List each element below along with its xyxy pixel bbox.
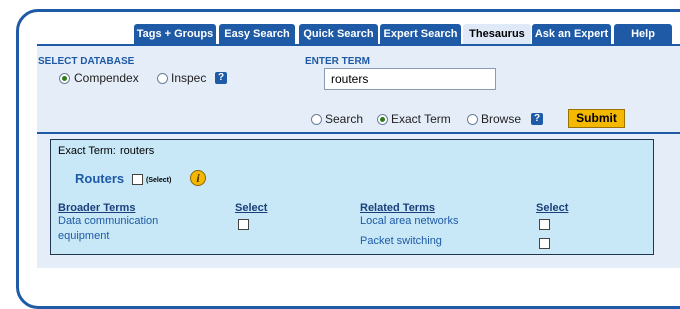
- broader-select-header: Select: [235, 202, 268, 214]
- main-term-link[interactable]: Routers: [75, 171, 124, 186]
- broader-term-checkbox[interactable]: [238, 219, 249, 230]
- tab-ask-an-expert[interactable]: Ask an Expert: [532, 24, 611, 44]
- related-term-packet-switching[interactable]: Packet switching: [360, 234, 442, 249]
- radio-inspec[interactable]: [157, 73, 168, 84]
- search-option-label: Search: [325, 112, 364, 126]
- compendex-label: Compendex: [74, 71, 139, 85]
- term-input[interactable]: [324, 68, 496, 90]
- broader-term-data-communication-equipment[interactable]: Data communication equipment: [58, 214, 208, 244]
- tab-thesaurus[interactable]: Thesaurus: [463, 24, 531, 44]
- submit-button[interactable]: Submit: [568, 109, 625, 128]
- exact-term-label: Exact Term:: [58, 145, 116, 157]
- tab-quick-search[interactable]: Quick Search: [299, 24, 378, 44]
- tab-easy-search[interactable]: Easy Search: [219, 24, 295, 44]
- related-term-checkbox-2[interactable]: [539, 238, 550, 249]
- related-term-local-area-networks[interactable]: Local area networks: [360, 214, 458, 229]
- radio-search[interactable]: [311, 114, 322, 125]
- mode-help-icon[interactable]: ?: [531, 113, 543, 125]
- radio-compendex[interactable]: [59, 73, 70, 84]
- thesaurus-results-panel: Exact Term: routers Routers (Select) i B…: [50, 139, 654, 255]
- enter-term-label: ENTER TERM: [305, 56, 370, 67]
- broader-terms-header: Broader Terms: [58, 202, 136, 214]
- main-term-checkbox[interactable]: [132, 174, 143, 185]
- browse-option-label: Browse: [481, 112, 522, 126]
- search-controls-panel: SELECT DATABASE Compendex Inspec ? ENTER…: [37, 44, 680, 132]
- info-icon[interactable]: i: [190, 170, 206, 186]
- tab-tags-groups[interactable]: Tags + Groups: [134, 24, 216, 44]
- results-area: Exact Term: routers Routers (Select) i B…: [37, 134, 680, 268]
- radio-browse[interactable]: [467, 114, 478, 125]
- related-terms-header: Related Terms: [360, 202, 435, 214]
- select-text: (Select): [146, 177, 172, 184]
- tab-help[interactable]: Help: [614, 24, 672, 44]
- exact-term-option-label: Exact Term: [391, 112, 451, 126]
- related-term-checkbox-1[interactable]: [539, 219, 550, 230]
- database-help-icon[interactable]: ?: [215, 72, 227, 84]
- tab-expert-search[interactable]: Expert Search: [380, 24, 461, 44]
- select-database-label: SELECT DATABASE: [38, 56, 135, 67]
- exact-term-value: routers: [120, 145, 155, 157]
- related-select-header: Select: [536, 202, 569, 214]
- radio-exact-term[interactable]: [377, 114, 388, 125]
- inspec-label: Inspec: [171, 71, 207, 85]
